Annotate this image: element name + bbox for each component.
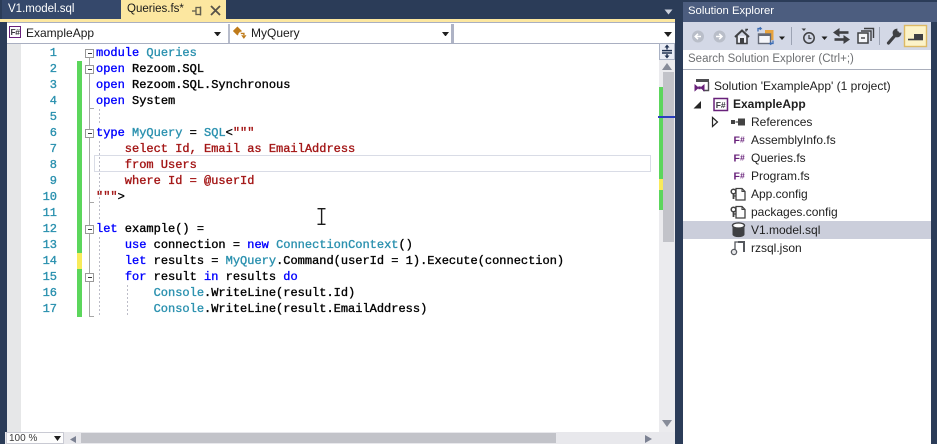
svg-text:#: # xyxy=(740,171,745,181)
svg-text:#: # xyxy=(740,153,745,163)
svg-text:F#: F# xyxy=(716,100,726,110)
svg-text:#: # xyxy=(740,135,745,145)
